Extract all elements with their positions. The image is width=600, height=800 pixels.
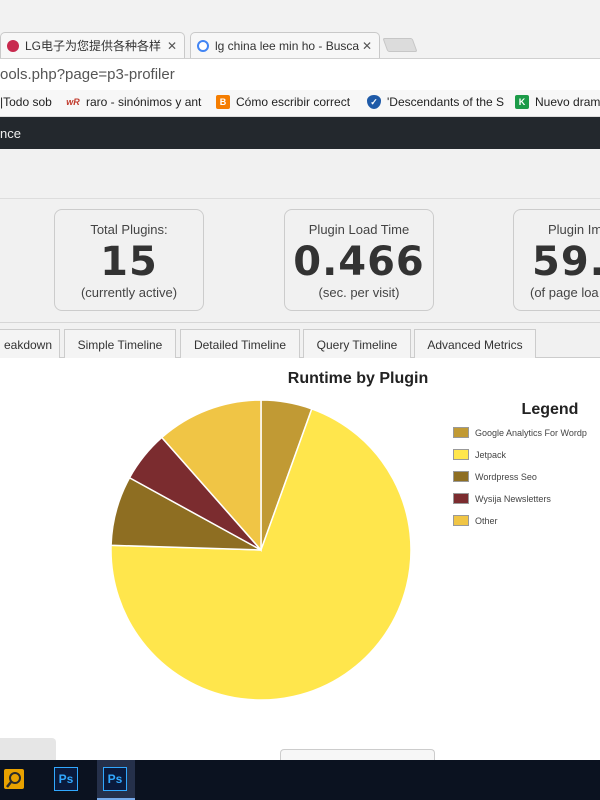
browser-tab-strip: LG电子为您提供各种各样 ✕ lg china lee min ho - Bus… [0, 0, 600, 58]
stat-label: Plugin Im [548, 222, 600, 237]
bookmark-label: Cómo escribir correct [236, 95, 351, 109]
legend-swatch [453, 449, 469, 460]
k-icon: K [515, 95, 529, 109]
tab-title: lg china lee min ho - Busca [215, 38, 359, 53]
address-bar[interactable]: ools.php?page=p3-profiler [0, 58, 600, 90]
profiler-tabs: eakdown Simple Timeline Detailed Timelin… [0, 323, 600, 359]
legend-title: Legend [521, 401, 579, 418]
wp-admin-bar: nce [0, 117, 600, 149]
legend-swatch [453, 493, 469, 504]
bookmark-label: |Todo sob [0, 95, 52, 109]
taskbar-active-app[interactable]: Ps [97, 760, 135, 800]
os-taskbar: Ps [0, 760, 600, 800]
legend-swatch [453, 427, 469, 438]
legend-swatch [453, 471, 469, 482]
browser-tab-google[interactable]: lg china lee min ho - Busca ✕ [190, 32, 380, 58]
bookmark-item[interactable]: K Nuevo dram [515, 95, 600, 109]
legend-label: Google Analytics For Wordp [475, 427, 587, 438]
legend-label: Jetpack [475, 449, 507, 460]
search-magnifier-icon[interactable] [2, 767, 26, 791]
stat-label: Plugin Load Time [308, 222, 410, 237]
legend-item: Jetpack [453, 449, 506, 460]
bookmark-item[interactable]: |Todo sob [0, 95, 58, 109]
bookmark-label: 'Descendants of the S [387, 95, 505, 109]
lg-favicon-icon [7, 39, 19, 52]
stat-value: 15 [100, 239, 158, 285]
bookmark-label: raro - sinónimos y ant [86, 95, 202, 109]
tab-simple-timeline[interactable]: Simple Timeline [64, 329, 176, 359]
stat-sublabel: (sec. per visit) [318, 285, 400, 300]
photoshop-icon: Ps [103, 767, 127, 791]
bottom-panel-button[interactable] [0, 738, 56, 760]
stat-plugin-impact: Plugin Im 59.9 (of page loa [513, 209, 600, 311]
stat-total-plugins: Total Plugins: 15 (currently active) [54, 209, 204, 311]
stat-plugin-load-time: Plugin Load Time 0.466 (sec. per visit) [284, 209, 434, 311]
wr-icon: wR [66, 97, 80, 107]
bookmarks-bar: |Todo sob wR raro - sinónimos y ant B Có… [0, 90, 600, 117]
legend-item: Wysija Newsletters [453, 493, 551, 504]
legend-item: Wordpress Seo [453, 471, 537, 482]
bookmark-item[interactable]: wR raro - sinónimos y ant [66, 95, 206, 109]
stat-sublabel: (currently active) [80, 285, 178, 300]
bottom-panel-button[interactable] [280, 749, 435, 760]
close-tab-icon[interactable]: ✕ [359, 39, 375, 53]
legend-item: Other [453, 515, 498, 526]
bookmark-item[interactable]: B Cómo escribir correct [216, 95, 356, 109]
shield-icon: ✓ [367, 95, 381, 109]
stat-label: Total Plugins: [90, 222, 168, 237]
close-tab-icon[interactable]: ✕ [164, 39, 180, 53]
legend-label: Wysija Newsletters [475, 493, 551, 504]
tab-breakdown[interactable]: eakdown [0, 329, 60, 359]
legend-label: Other [475, 515, 498, 526]
stats-panel: Total Plugins: 15 (currently active) Plu… [0, 199, 600, 323]
blogger-icon: B [216, 95, 230, 109]
chart-area: Runtime by Plugin Legend Google Analytic… [0, 358, 600, 760]
bookmark-item[interactable]: ✓ 'Descendants of the S [367, 95, 505, 109]
bookmark-label: Nuevo dram [535, 95, 600, 109]
page-subheader [0, 149, 600, 199]
legend-label: Wordpress Seo [475, 471, 537, 482]
stat-sublabel: (of page loa [530, 285, 599, 300]
stat-value: 59.9 [532, 239, 600, 285]
google-favicon-icon [197, 39, 209, 52]
legend-item: Google Analytics For Wordp [453, 427, 587, 438]
tab-detailed-timeline[interactable]: Detailed Timeline [180, 329, 300, 359]
new-tab-button[interactable] [382, 38, 418, 52]
tab-query-timeline[interactable]: Query Timeline [303, 329, 411, 359]
browser-tab-lg[interactable]: LG电子为您提供各种各样 ✕ [0, 32, 185, 58]
admin-bar-item[interactable]: nce [0, 126, 21, 141]
stat-value: 0.466 [293, 239, 425, 285]
tab-advanced-metrics[interactable]: Advanced Metrics [414, 329, 536, 359]
url-text[interactable]: ools.php?page=p3-profiler [0, 66, 175, 83]
legend-swatch [453, 515, 469, 526]
tab-title: LG电子为您提供各种各样 [25, 39, 162, 53]
photoshop-icon[interactable]: Ps [54, 767, 78, 791]
